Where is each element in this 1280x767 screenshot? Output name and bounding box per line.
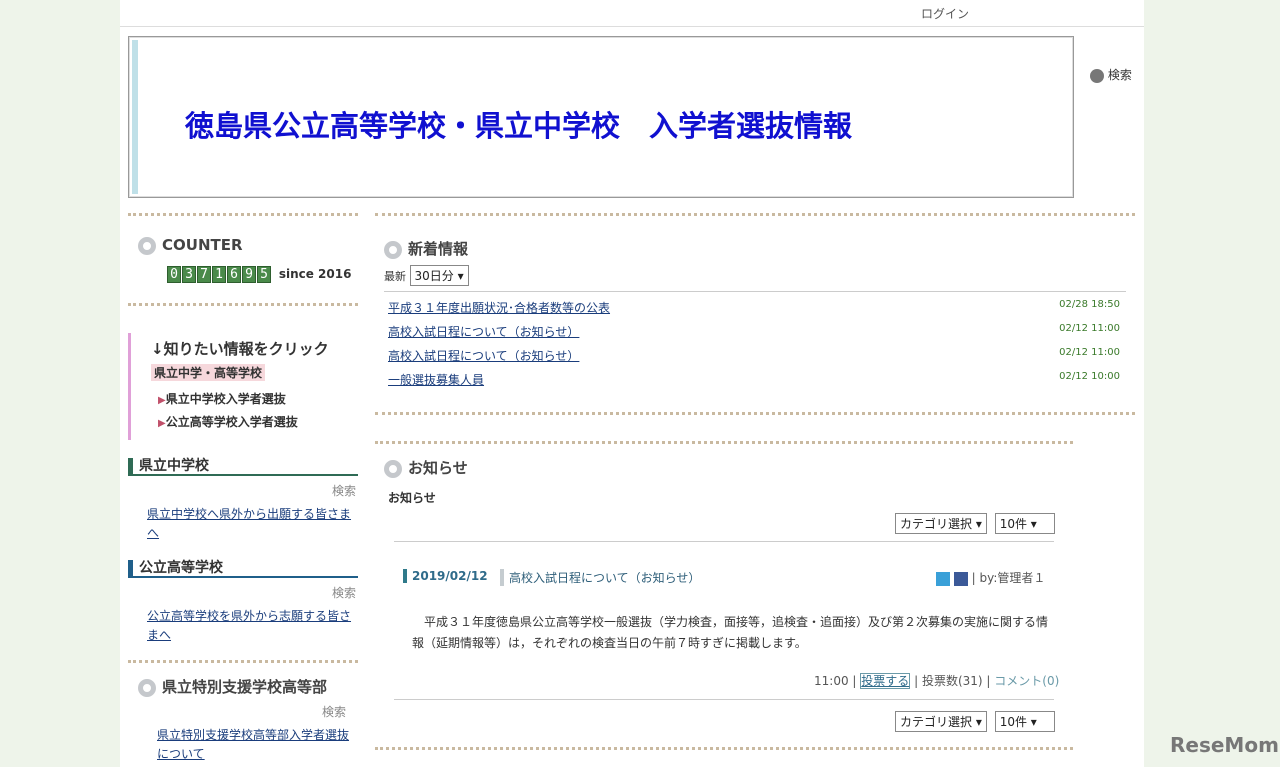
- news-item: 高校入試日程について（お知らせ） 02/12 11:00: [388, 323, 1120, 339]
- news-title: 新着情報: [384, 238, 468, 259]
- bullet-icon: [384, 459, 402, 478]
- post-footer: 11:00 | 投票する | 投票数(31) | コメント(0): [814, 673, 1060, 689]
- link-middle-outside[interactable]: 県立中学校へ県外から出願する皆さまへ: [147, 505, 359, 543]
- news-filter: 最新 30日分 ▾: [384, 265, 469, 286]
- notice-subtitle: お知らせ: [388, 491, 436, 505]
- search-link-special[interactable]: 検索: [322, 703, 346, 720]
- news-list: 平成３１年度出願状況･合格者数等の公表 02/28 18:50 高校入試日程につい…: [388, 299, 1120, 395]
- comment-link[interactable]: コメント(0): [994, 674, 1059, 688]
- login-link[interactable]: ログイン: [921, 5, 969, 22]
- section-title-special: 県立特別支援学校高等部: [138, 676, 327, 697]
- link-high-outside[interactable]: 公立高等学校を県外から志願する皆さまへ: [147, 607, 359, 645]
- post-date: 2019/02/12: [403, 569, 488, 583]
- count-select-bottom[interactable]: 10件 ▾: [994, 711, 1055, 732]
- bullet-icon: [384, 240, 402, 259]
- link-high-school-selection[interactable]: ▶公立高等学校入学者選抜: [158, 413, 298, 430]
- news-item: 平成３１年度出願状況･合格者数等の公表 02/28 18:50: [388, 299, 1120, 315]
- vote-button[interactable]: 投票する: [860, 673, 911, 689]
- click-box-title: ↓知りたい情報をクリック: [151, 340, 329, 358]
- search-link-middle[interactable]: 検索: [332, 482, 356, 499]
- site-title: 徳島県公立高等学校・県立中学校 入学者選抜情報: [185, 109, 853, 143]
- post-body: 平成３１年度徳島県公立高等学校一般選抜（学力検査，面接等，追検査・追面接）及び第…: [412, 615, 1049, 650]
- bullet-icon: [138, 236, 156, 255]
- news-item: 高校入試日程について（お知らせ） 02/12 11:00: [388, 347, 1120, 363]
- page: ログイン 徳島県公立高等学校・県立中学校 入学者選抜情報 検索 COUNTER …: [120, 0, 1144, 767]
- period-select[interactable]: 30日分 ▾: [409, 265, 469, 286]
- search-icon: [1090, 68, 1104, 83]
- section-title-middle: 県立中学校: [128, 458, 358, 476]
- news-item: 一般選抜募集人員 02/12 10:00: [388, 371, 1120, 387]
- category-tag: 県立中学・高等学校: [151, 364, 266, 381]
- bullet-icon: [138, 678, 156, 697]
- post-title: 高校入試日程について（お知らせ）: [500, 569, 700, 586]
- search-link-high[interactable]: 検索: [332, 584, 356, 601]
- link-special-selection[interactable]: 県立特別支援学校高等部入学者選抜について: [157, 726, 352, 764]
- counter-title: COUNTER: [138, 236, 243, 255]
- watermark-logo: ReseMom: [1170, 733, 1279, 757]
- category-select-bottom[interactable]: カテゴリ選択 ▾: [895, 711, 987, 732]
- click-box: ↓知りたい情報をクリック 県立中学・高等学校 ▶県立中学校入学者選抜 ▶公立高等…: [128, 333, 358, 440]
- counter: 0371695 since 2016: [167, 266, 351, 283]
- section-title-high: 公立高等学校: [128, 560, 358, 578]
- category-select[interactable]: カテゴリ選択 ▾: [895, 513, 987, 534]
- search-button[interactable]: 検索: [1090, 66, 1132, 83]
- facebook-icon[interactable]: [953, 571, 968, 586]
- notice-title: お知らせ: [384, 457, 468, 478]
- banner: 徳島県公立高等学校・県立中学校 入学者選抜情報: [128, 36, 1074, 198]
- count-select[interactable]: 10件 ▾: [994, 513, 1055, 534]
- link-middle-school-selection[interactable]: ▶県立中学校入学者選抜: [158, 390, 286, 407]
- twitter-icon[interactable]: [936, 571, 950, 586]
